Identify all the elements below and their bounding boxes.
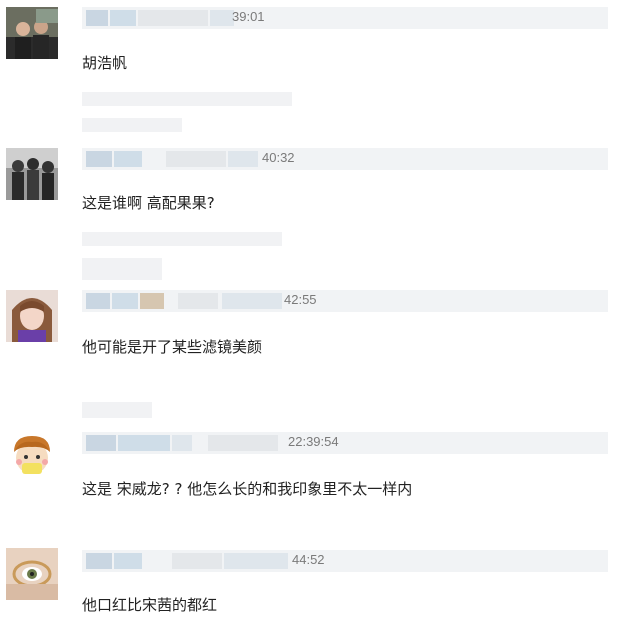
comment-timestamp: 22:39:54 — [288, 434, 339, 449]
comment-timestamp: 44:52 — [292, 552, 325, 567]
comment-text: 胡浩帆 — [82, 54, 128, 72]
comment-item: 39:01 胡浩帆 — [0, 0, 640, 110]
comment-header: 22:39:54 — [82, 432, 608, 454]
comment-item: 42:55 他可能是开了某些滤镜美颜 — [0, 250, 640, 416]
photo-avatar-two-people-icon — [6, 7, 58, 59]
cartoon-avatar-boy-icon — [6, 430, 58, 482]
comment-timestamp: 40:32 — [262, 150, 295, 165]
comment-item: 40:32 这是谁啊 高配果果? — [0, 110, 640, 250]
avatar[interactable] — [6, 148, 58, 200]
avatar[interactable] — [6, 7, 58, 59]
avatar[interactable] — [6, 290, 58, 342]
avatar[interactable] — [6, 430, 58, 482]
photo-avatar-group-icon — [6, 148, 58, 200]
comment-item: 22:39:54 这是 宋威龙? ? 他怎么长的和我印象里不太一样内 — [0, 400, 640, 540]
photo-avatar-eye-glasses-icon — [6, 548, 58, 600]
comment-text: 这是谁啊 高配果果? — [82, 194, 215, 212]
comment-header: 40:32 — [82, 148, 608, 170]
comment-header: 44:52 — [82, 550, 608, 572]
comment-text: 这是 宋威龙? ? 他怎么长的和我印象里不太一样内 — [82, 480, 413, 498]
avatar[interactable] — [6, 548, 58, 600]
comment-item: 44:52 他口红比宋茜的都红 — [0, 540, 640, 629]
comment-timestamp: 39:01 — [232, 9, 265, 24]
comment-text: 他口红比宋茜的都红 — [82, 596, 218, 614]
comment-header: 39:01 — [82, 7, 608, 29]
photo-avatar-girl-icon — [6, 290, 58, 342]
comment-timestamp: 42:55 — [284, 292, 317, 307]
comment-text: 他可能是开了某些滤镜美颜 — [82, 338, 263, 356]
comment-header: 42:55 — [82, 290, 608, 312]
